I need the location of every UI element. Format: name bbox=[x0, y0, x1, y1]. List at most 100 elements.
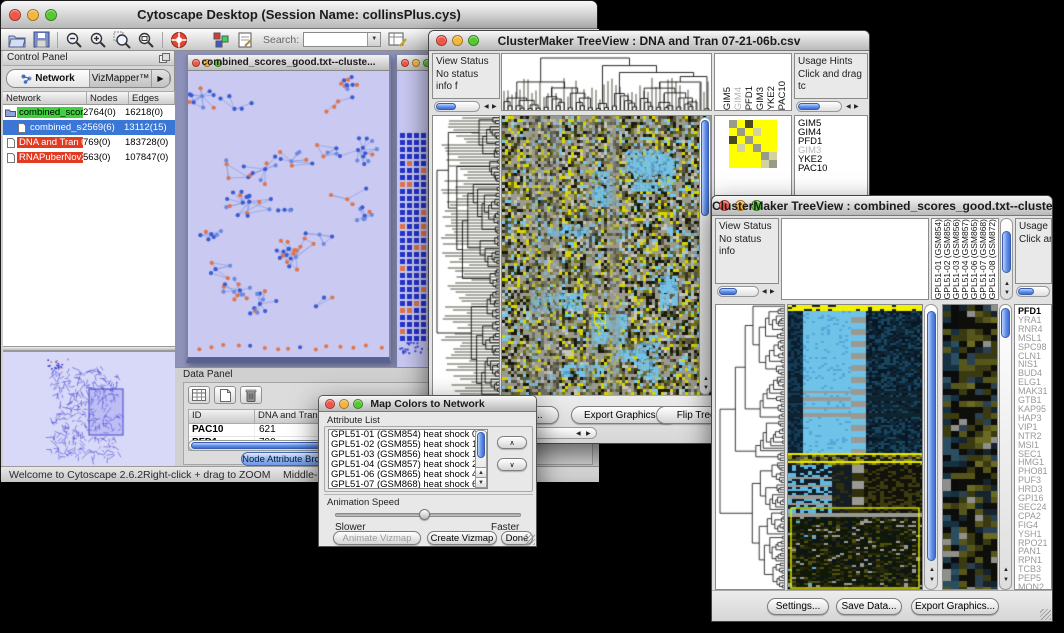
network-table-row[interactable]: combined_scores2764(0)16218(0) bbox=[3, 105, 175, 120]
attribute-list[interactable]: GPL51-01 (GSM854) heat shock 05 minGPL51… bbox=[328, 429, 488, 489]
select-attributes-icon[interactable] bbox=[188, 386, 210, 404]
scroll-up-icon[interactable]: ▲ bbox=[929, 567, 935, 573]
scroll-down-icon[interactable]: ▼ bbox=[475, 477, 487, 488]
matrix-cell[interactable] bbox=[753, 160, 761, 168]
scroll-down-icon[interactable]: ▼ bbox=[929, 577, 935, 583]
matrix-cell[interactable] bbox=[761, 144, 769, 152]
tv1-row-dendrogram-panel[interactable] bbox=[432, 115, 500, 397]
tv1-status-hscrollbar[interactable] bbox=[434, 101, 480, 112]
tab-overflow-arrow[interactable]: ▶ bbox=[152, 70, 170, 87]
tv2-column-label[interactable]: GPL51-08 (GSM872) bbox=[988, 219, 997, 299]
scrollbar-thumb[interactable] bbox=[1001, 308, 1010, 338]
tv1-heatmap-panel[interactable] bbox=[501, 115, 712, 397]
matrix-cell[interactable] bbox=[769, 160, 777, 168]
matrix-cell[interactable] bbox=[769, 152, 777, 160]
matrix-cell[interactable] bbox=[753, 152, 761, 160]
tv2-row-dendrogram-canvas[interactable] bbox=[716, 305, 784, 589]
network-table-row[interactable]: combined_sco2569(6)13112(15) bbox=[3, 120, 175, 135]
zoom-in-icon[interactable] bbox=[86, 30, 110, 50]
attribute-list-vscrollbar[interactable]: ▲ ▼ bbox=[475, 430, 487, 488]
matrix-cell[interactable] bbox=[729, 144, 737, 152]
dialog-titlebar[interactable]: Map Colors to Network bbox=[319, 396, 536, 412]
matrix-cell[interactable] bbox=[761, 160, 769, 168]
tab-network[interactable]: Network bbox=[7, 70, 90, 87]
tv1-column-labels-panel[interactable]: GIM5GIM4PFD1GIM3YKE2PAC10 bbox=[714, 53, 792, 111]
zoom-fit-icon[interactable] bbox=[134, 30, 158, 50]
network-window-1-titlebar[interactable]: combined_scores_good.txt--cluste... bbox=[188, 55, 389, 71]
network-table-row[interactable]: RNAPuberNov2+563(0)107847(0) bbox=[3, 150, 175, 165]
matrix-cell[interactable] bbox=[769, 144, 777, 152]
tv1-column-label[interactable]: PAC10 bbox=[778, 81, 789, 110]
matrix-cell[interactable] bbox=[769, 136, 777, 144]
scrollbar-thumb[interactable] bbox=[436, 103, 456, 110]
scrollbar-thumb[interactable] bbox=[1018, 288, 1034, 295]
tv1-summary-matrix[interactable] bbox=[729, 120, 777, 168]
matrix-cell[interactable] bbox=[761, 136, 769, 144]
matrix-cell[interactable] bbox=[737, 128, 745, 136]
tv1-row-dendrogram-canvas[interactable] bbox=[433, 116, 499, 396]
export-graphics-button[interactable]: Export Graphics... bbox=[911, 598, 999, 615]
gene-label[interactable]: MON2 bbox=[1018, 583, 1051, 590]
attribute-list-item[interactable]: GPL51-07 (GSM868) heat shock 60 min bbox=[329, 480, 487, 489]
tv2-detail-heatmap-canvas[interactable] bbox=[943, 305, 997, 589]
tv2-collabel-vscrollbar[interactable]: ▲ ▼ bbox=[1000, 218, 1013, 300]
tv1-heatmap-canvas[interactable] bbox=[502, 116, 711, 396]
attribute-editor-icon[interactable] bbox=[385, 30, 409, 50]
matrix-cell[interactable] bbox=[737, 152, 745, 160]
close-button[interactable] bbox=[401, 59, 409, 67]
matrix-cell[interactable] bbox=[737, 120, 745, 128]
move-down-button[interactable]: ∨ bbox=[497, 458, 527, 471]
float-panel-icon[interactable] bbox=[159, 53, 170, 66]
scroll-right-icon[interactable]: ▶ bbox=[586, 431, 591, 437]
open-folder-icon[interactable] bbox=[5, 30, 29, 50]
scrollbar-thumb[interactable] bbox=[927, 311, 936, 561]
matrix-cell[interactable] bbox=[761, 128, 769, 136]
scroll-up-icon[interactable]: ▲ bbox=[1004, 281, 1010, 287]
delete-attribute-icon[interactable] bbox=[240, 386, 262, 404]
id-column-header[interactable]: ID bbox=[189, 410, 255, 423]
col-edges[interactable]: Edges bbox=[129, 92, 175, 104]
col-nodes[interactable]: Nodes bbox=[87, 92, 129, 104]
tab-vizmapper[interactable]: VizMapper™ bbox=[90, 70, 152, 87]
matrix-cell[interactable] bbox=[745, 160, 753, 168]
tv2-heatmap-panel[interactable] bbox=[787, 304, 923, 590]
matrix-cell[interactable] bbox=[737, 160, 745, 168]
network-overview-panel[interactable] bbox=[3, 351, 175, 466]
minimize-button[interactable] bbox=[412, 59, 420, 67]
tv1-column-dendrogram-panel[interactable] bbox=[501, 53, 712, 111]
matrix-cell[interactable] bbox=[761, 120, 769, 128]
new-attribute-icon[interactable] bbox=[214, 386, 236, 404]
matrix-cell[interactable] bbox=[729, 136, 737, 144]
col-network[interactable]: Network bbox=[3, 92, 87, 104]
search-input[interactable]: ▼ bbox=[303, 32, 381, 47]
slider-thumb[interactable] bbox=[419, 509, 430, 520]
matrix-cell[interactable] bbox=[745, 128, 753, 136]
treeview1-titlebar[interactable]: ClusterMaker TreeView : DNA and Tran 07-… bbox=[429, 31, 869, 51]
scrollbar-thumb[interactable] bbox=[798, 103, 820, 110]
vizmap-nodes-icon[interactable] bbox=[209, 30, 233, 50]
scrollbar-thumb[interactable] bbox=[477, 432, 485, 458]
scroll-down-icon[interactable]: ▼ bbox=[703, 385, 709, 391]
matrix-cell[interactable] bbox=[745, 136, 753, 144]
matrix-cell[interactable] bbox=[753, 128, 761, 136]
scroll-up-icon[interactable]: ▲ bbox=[703, 376, 709, 382]
network-view-1-canvas[interactable] bbox=[188, 71, 389, 356]
scroll-left-icon[interactable]: ◀ bbox=[484, 104, 489, 110]
matrix-cell[interactable] bbox=[761, 152, 769, 160]
scrollbar-thumb[interactable] bbox=[191, 442, 331, 449]
tv2-detail-heatmap-panel[interactable] bbox=[942, 304, 998, 590]
tv1-column-dendrogram-canvas[interactable] bbox=[502, 54, 711, 110]
resize-grip[interactable] bbox=[1040, 609, 1051, 620]
zoom-selected-icon[interactable] bbox=[110, 30, 134, 50]
matrix-cell[interactable] bbox=[753, 136, 761, 144]
matrix-cell[interactable] bbox=[753, 144, 761, 152]
scrollbar-thumb[interactable] bbox=[719, 288, 737, 295]
tv2-gene-labels-panel[interactable]: PFD1YRA1RNR4MSL1SPC98CLN1NIS1BUD4ELG1MAK… bbox=[1014, 304, 1052, 590]
zoom-out-icon[interactable] bbox=[62, 30, 86, 50]
tv1-hints-hscrollbar[interactable] bbox=[796, 101, 842, 112]
save-data-button[interactable]: Save Data... bbox=[836, 598, 902, 615]
tv2-status-hscrollbar[interactable] bbox=[717, 286, 759, 297]
tv1-heatmap-vscrollbar[interactable]: ▲ ▼ bbox=[699, 117, 711, 395]
resize-grip[interactable] bbox=[524, 534, 535, 545]
matrix-cell[interactable] bbox=[737, 144, 745, 152]
